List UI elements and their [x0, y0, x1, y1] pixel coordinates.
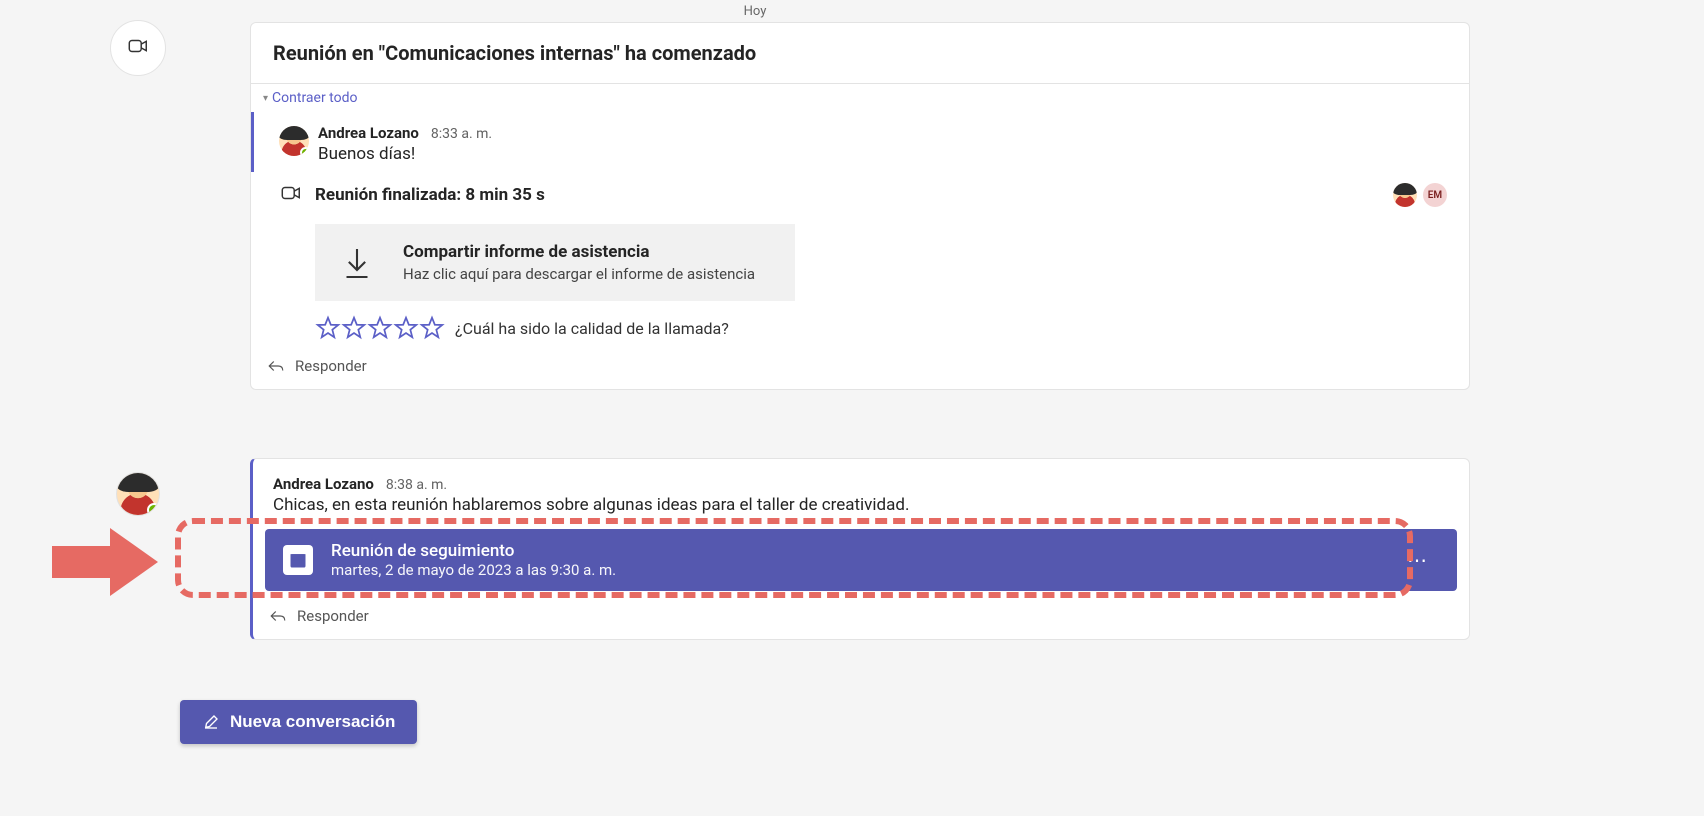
attendance-report-card[interactable]: Compartir informe de asistencia Haz clic… [315, 224, 795, 301]
meeting-started-banner: Reunión en "Comunicaciones internas" ha … [251, 23, 1469, 84]
message-author[interactable]: Andrea Lozano [318, 124, 419, 142]
collapse-all-label: Contraer todo [272, 90, 357, 106]
video-icon [280, 182, 302, 208]
reply-button[interactable]: Responder [251, 345, 1469, 389]
avatar[interactable] [116, 472, 160, 516]
presence-available-icon [147, 503, 160, 516]
call-quality-rating[interactable] [315, 315, 445, 341]
annotation-arrow [52, 528, 172, 596]
reply-icon [267, 357, 285, 375]
meeting-more-button[interactable]: ⋯ [1397, 544, 1439, 576]
message-author[interactable]: Andrea Lozano [273, 475, 374, 493]
reply-button[interactable]: Responder [253, 595, 1469, 639]
meeting-ended-title: Reunión finalizada: 8 min 35 s [315, 185, 1393, 205]
avatar[interactable] [1393, 183, 1417, 207]
avatar[interactable] [279, 126, 309, 156]
message-timestamp: 8:33 a. m. [431, 126, 492, 142]
star-icon[interactable] [367, 315, 393, 341]
message-timestamp: 8:38 a. m. [386, 477, 447, 493]
star-icon[interactable] [341, 315, 367, 341]
avatar-initials[interactable]: EM [1423, 183, 1447, 207]
reply-label: Responder [295, 357, 367, 375]
collapse-all-link[interactable]: ▾ Contraer todo [251, 84, 1469, 112]
presence-available-icon [300, 147, 309, 156]
date-divider: Hoy [110, 0, 1400, 23]
new-conversation-label: Nueva conversación [230, 712, 395, 732]
message-text: Buenos días! [318, 144, 1453, 164]
caret-down-icon: ▾ [263, 93, 268, 104]
reply-icon [269, 607, 287, 625]
message-text: Chicas, en esta reunión hablaremos sobre… [273, 495, 1449, 515]
compose-icon [202, 713, 220, 731]
meeting-participants[interactable]: EM [1393, 183, 1453, 207]
attendance-title: Compartir informe de asistencia [403, 242, 755, 262]
meeting-video-badge [110, 20, 166, 76]
calendar-icon [283, 545, 313, 575]
reply-label: Responder [297, 607, 369, 625]
download-icon [337, 246, 377, 280]
meeting-card-title: Reunión de seguimiento [331, 541, 616, 561]
new-conversation-button[interactable]: Nueva conversación [180, 700, 417, 744]
attendance-subtitle: Haz clic aquí para descargar el informe … [403, 265, 755, 283]
scheduled-meeting-card[interactable]: Reunión de seguimiento martes, 2 de mayo… [265, 529, 1457, 591]
star-icon[interactable] [393, 315, 419, 341]
star-icon[interactable] [315, 315, 341, 341]
video-icon [127, 35, 149, 61]
meeting-card-subtitle: martes, 2 de mayo de 2023 a las 9:30 a. … [331, 561, 616, 579]
star-icon[interactable] [419, 315, 445, 341]
rating-label: ¿Cuál ha sido la calidad de la llamada? [455, 319, 729, 338]
